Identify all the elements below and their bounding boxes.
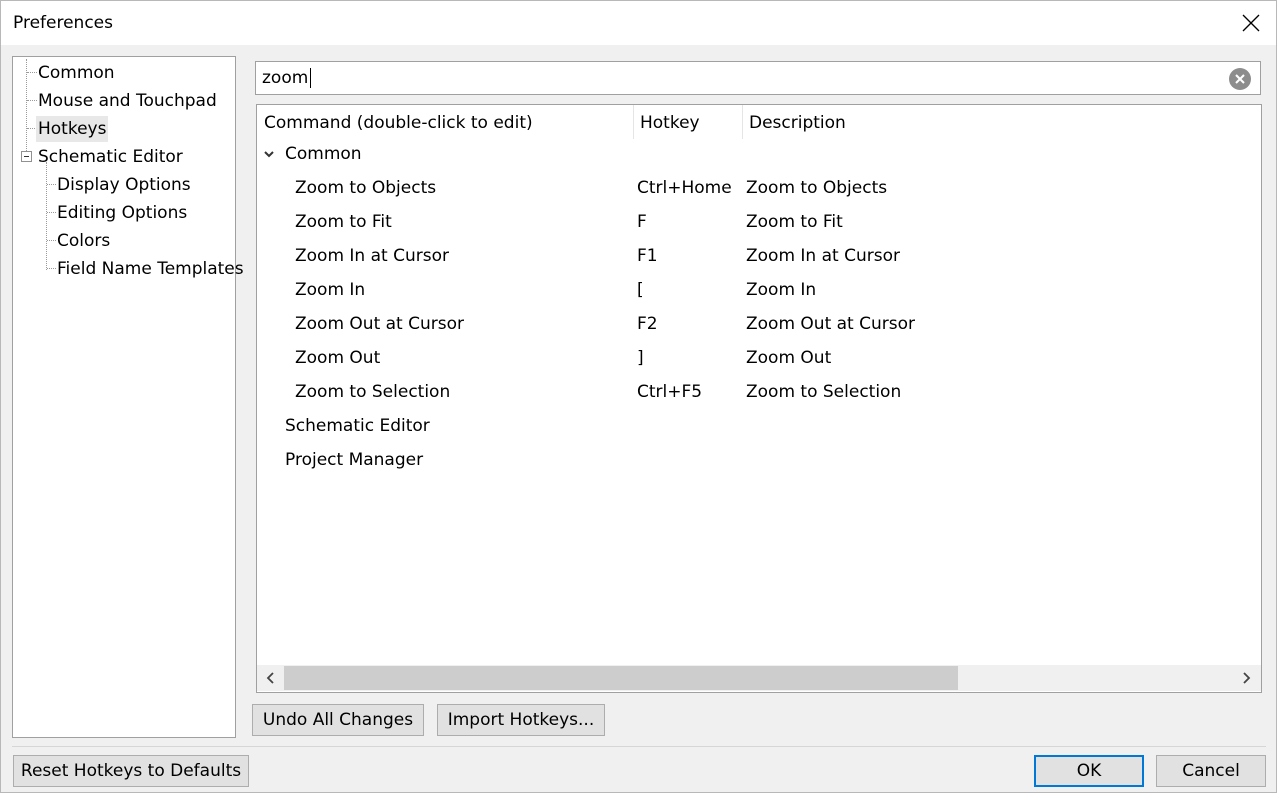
tree-item-common[interactable]: Common [36,60,117,86]
import-hotkeys-button[interactable]: Import Hotkeys... [437,704,605,736]
ok-button[interactable]: OK [1034,755,1144,787]
column-header-hotkey[interactable]: Hotkey [640,105,700,139]
column-divider[interactable] [633,105,634,139]
title-bar: Preferences [1,1,1276,45]
description-cell: Zoom In [746,280,817,300]
hotkey-cell: [ [637,280,644,300]
hotkey-cell: Ctrl+F5 [637,382,703,402]
cancel-button[interactable]: Cancel [1156,755,1266,787]
clear-search-button[interactable] [1229,68,1251,90]
group-row-schematic-editor[interactable]: Schematic Editor [285,411,430,441]
command-cell: Zoom to Fit [295,212,392,232]
hotkey-cell: Ctrl+Home [637,178,732,198]
scroll-right-icon[interactable] [1238,670,1254,686]
scroll-left-icon[interactable] [263,670,279,686]
hotkey-cell: F [637,212,647,232]
scrollbar-thumb[interactable] [284,666,958,690]
search-input[interactable] [262,65,1212,91]
tree-item-editing-options[interactable]: Editing Options [55,200,189,226]
description-cell: Zoom In at Cursor [746,246,900,266]
description-cell: Zoom to Selection [746,382,902,402]
description-cell: Zoom to Objects [746,178,888,198]
column-header-command[interactable]: Command (double-click to edit) [264,105,533,139]
hotkeys-table: Command (double-click to edit) Hotkey De… [256,104,1262,693]
tree-item-schematic-editor[interactable]: Schematic Editor [36,144,185,170]
close-icon [1242,14,1260,32]
command-cell: Zoom to Selection [295,382,451,402]
command-cell: Zoom Out [295,348,381,368]
preferences-dialog: Preferences Common Mouse and Touchpad Ho… [0,0,1277,793]
search-box [255,61,1261,95]
tree-item-colors[interactable]: Colors [55,228,112,254]
group-row-common[interactable]: Common [285,139,362,169]
description-cell: Zoom to Fit [746,212,843,232]
collapse-toggle-icon[interactable] [21,151,32,162]
tree-item-field-name-templates[interactable]: Field Name Templates [55,256,246,282]
tree-item-mouse-and-touchpad[interactable]: Mouse and Touchpad [36,88,219,114]
tree-connector [26,59,27,155]
command-cell: Zoom to Objects [295,178,437,198]
tree-item-display-options[interactable]: Display Options [55,172,193,198]
description-cell: Zoom Out at Cursor [746,314,916,334]
command-cell: Zoom Out at Cursor [295,314,465,334]
command-cell: Zoom In [295,280,366,300]
tree-connector [46,162,47,270]
description-cell: Zoom Out [746,348,832,368]
footer-divider [12,746,1266,747]
column-header-description[interactable]: Description [749,105,846,139]
hotkey-cell: F1 [637,246,658,266]
clear-icon [1235,74,1245,84]
category-tree: Common Mouse and Touchpad Hotkeys Schema… [12,56,244,738]
hotkey-cell: F2 [637,314,658,334]
hotkey-cell: ] [637,348,644,368]
command-cell: Zoom In at Cursor [295,246,449,266]
reset-hotkeys-button[interactable]: Reset Hotkeys to Defaults [13,755,249,787]
horizontal-scrollbar[interactable] [257,665,1261,691]
chevron-down-icon[interactable] [263,148,275,160]
column-divider[interactable] [742,105,743,139]
close-button[interactable] [1233,7,1269,39]
group-row-project-manager[interactable]: Project Manager [285,445,423,475]
tree-item-hotkeys[interactable]: Hotkeys [36,116,109,142]
window-title: Preferences [13,13,113,33]
text-cursor [310,68,311,88]
undo-all-changes-button[interactable]: Undo All Changes [252,704,424,736]
